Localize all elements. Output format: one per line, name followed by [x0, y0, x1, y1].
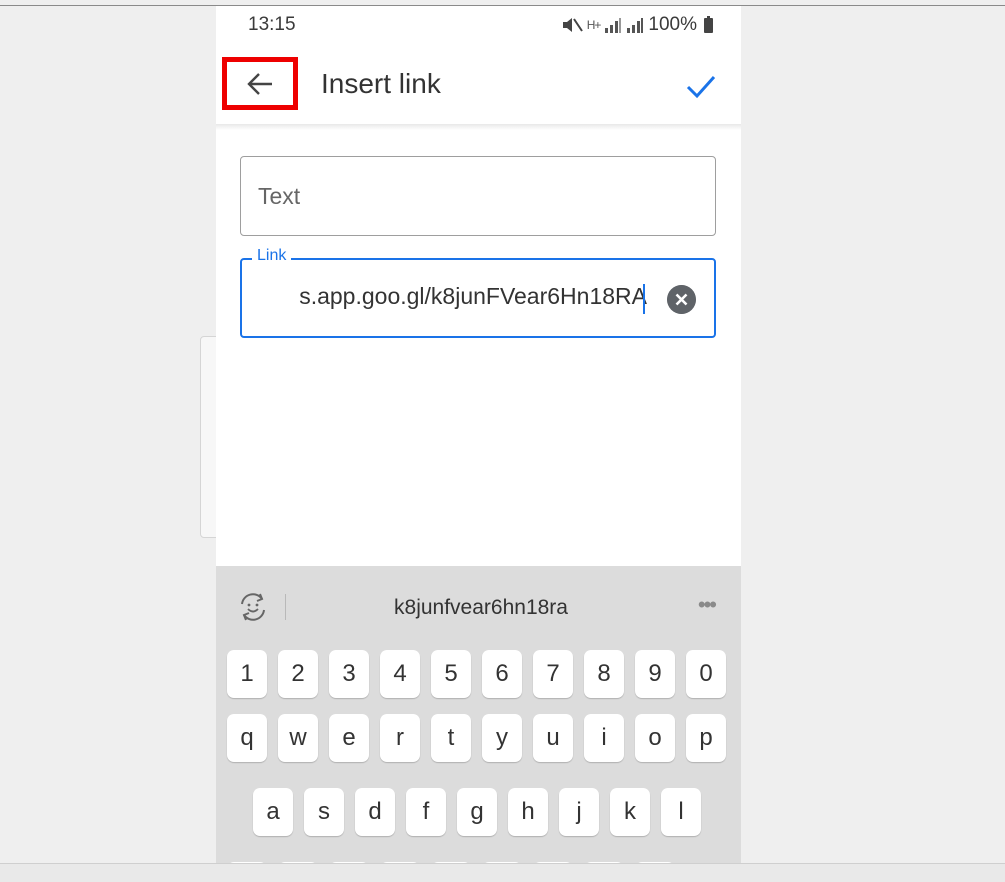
suggestion-divider: [285, 594, 286, 620]
key-partial[interactable]: [635, 862, 675, 863]
key-partial[interactable]: [533, 862, 573, 863]
status-bar: 13:15 H+ 100%: [216, 6, 741, 46]
key-9[interactable]: 9: [635, 650, 675, 698]
key-partial[interactable]: [584, 862, 624, 863]
suggestion-bar: k8junfvear6hn18ra •••: [216, 566, 741, 650]
link-input-value: s.app.goo.gl/k8junFVear6Hn18RA: [299, 283, 647, 309]
key-7[interactable]: 7: [533, 650, 573, 698]
key-partial[interactable]: [482, 862, 522, 863]
key-a[interactable]: a: [253, 788, 293, 836]
key-0[interactable]: 0: [686, 650, 726, 698]
battery-icon: [704, 15, 713, 33]
key-o[interactable]: o: [635, 714, 675, 762]
key-3[interactable]: 3: [329, 650, 369, 698]
link-input-label: Link: [252, 247, 292, 265]
more-options-icon[interactable]: •••: [698, 592, 717, 618]
key-q[interactable]: q: [227, 714, 267, 762]
key-row-numbers: 1 2 3 4 5 6 7 8 9 0: [227, 650, 726, 698]
text-input[interactable]: Text: [240, 156, 716, 236]
page-title: Insert link: [321, 68, 441, 99]
status-icons: H+ 100%: [561, 14, 713, 36]
network-type-label: H+: [586, 18, 602, 32]
emoji-sync-icon[interactable]: [236, 590, 270, 624]
key-d[interactable]: d: [355, 788, 395, 836]
confirm-checkmark-icon[interactable]: [683, 68, 719, 104]
key-4[interactable]: 4: [380, 650, 420, 698]
phone-screen: 13:15 H+ 100% Insert link Text Link s.ap…: [216, 6, 741, 863]
app-bar: Insert link: [216, 46, 741, 124]
key-1[interactable]: 1: [227, 650, 267, 698]
key-l[interactable]: l: [661, 788, 701, 836]
key-s[interactable]: s: [304, 788, 344, 836]
mute-icon: [562, 18, 583, 32]
key-partial[interactable]: [380, 862, 420, 863]
key-t[interactable]: t: [431, 714, 471, 762]
key-e[interactable]: e: [329, 714, 369, 762]
key-y[interactable]: y: [482, 714, 522, 762]
key-row-qwerty: q w e r t y u i o p: [227, 714, 726, 762]
key-f[interactable]: f: [406, 788, 446, 836]
clear-icon[interactable]: [667, 285, 696, 314]
link-input-value-wrap: s.app.goo.gl/k8junFVear6Hn18RA: [242, 283, 647, 317]
key-r[interactable]: r: [380, 714, 420, 762]
window-bottom-band: [0, 863, 1005, 882]
key-k[interactable]: k: [610, 788, 650, 836]
status-time: 13:15: [248, 14, 296, 35]
soft-keyboard: k8junfvear6hn18ra ••• 1 2 3 4 5 6 7 8 9 …: [216, 566, 741, 863]
key-2[interactable]: 2: [278, 650, 318, 698]
key-j[interactable]: j: [559, 788, 599, 836]
signal-icon: [605, 18, 622, 33]
link-input[interactable]: Link s.app.goo.gl/k8junFVear6Hn18RA: [240, 247, 716, 338]
key-h[interactable]: h: [508, 788, 548, 836]
key-6[interactable]: 6: [482, 650, 522, 698]
app-bar-divider: [216, 124, 741, 130]
key-row-partial: [227, 862, 675, 863]
signal-icon-2: [627, 18, 644, 33]
key-p[interactable]: p: [686, 714, 726, 762]
key-partial[interactable]: [431, 862, 471, 863]
back-arrow-icon: [247, 72, 272, 95]
key-g[interactable]: g: [457, 788, 497, 836]
key-8[interactable]: 8: [584, 650, 624, 698]
text-input-placeholder: Text: [258, 183, 301, 209]
key-w[interactable]: w: [278, 714, 318, 762]
shift-key[interactable]: [227, 862, 267, 863]
key-i[interactable]: i: [584, 714, 624, 762]
key-row-asdf: a s d f g h j k l: [253, 788, 701, 836]
key-partial[interactable]: [278, 862, 318, 863]
key-u[interactable]: u: [533, 714, 573, 762]
key-partial[interactable]: [329, 862, 369, 863]
battery-percent: 100%: [648, 14, 697, 35]
suggestion-word[interactable]: k8junfvear6hn18ra: [306, 596, 656, 620]
key-5[interactable]: 5: [431, 650, 471, 698]
back-button[interactable]: [222, 57, 298, 110]
text-caret: [643, 284, 645, 314]
